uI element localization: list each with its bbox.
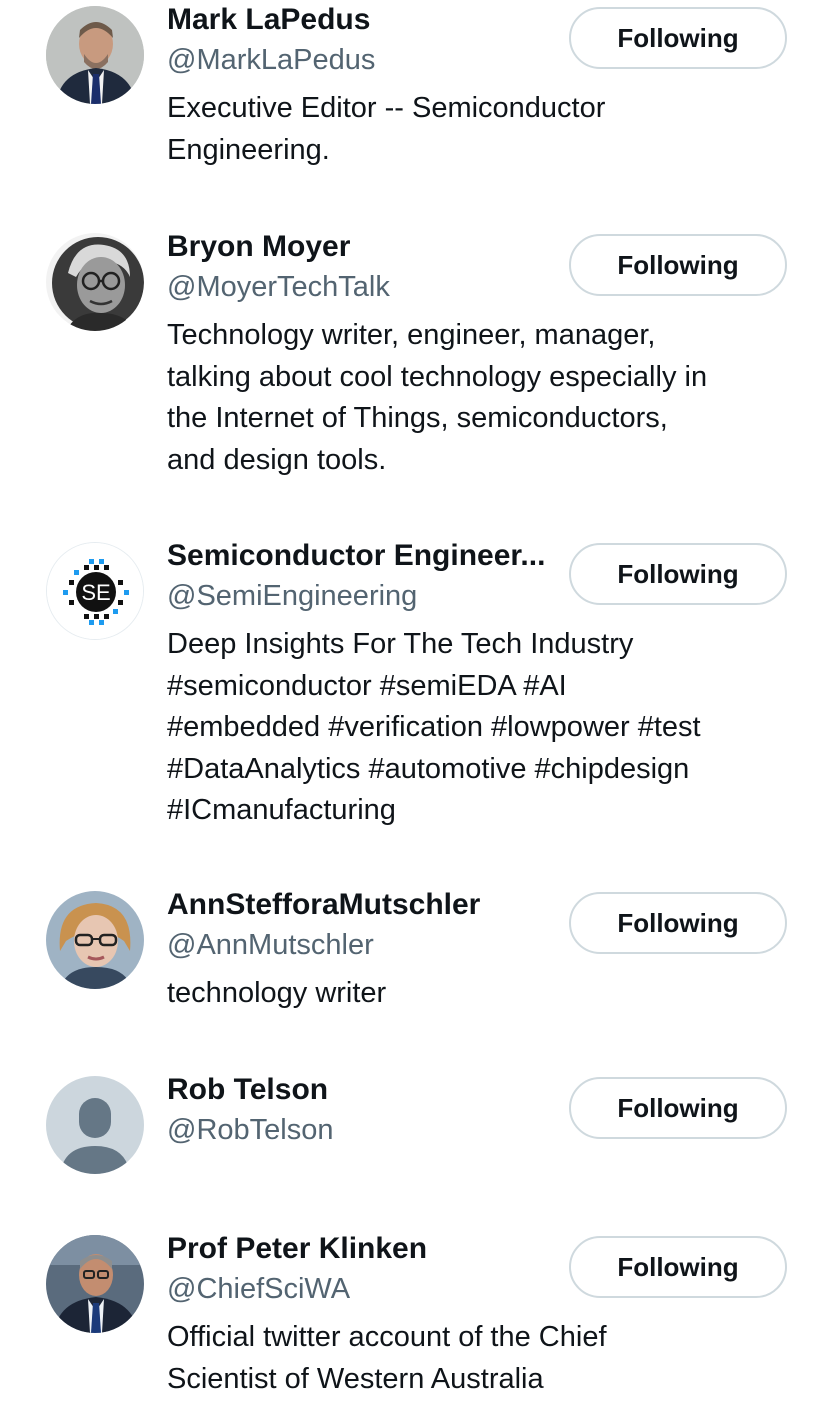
user-row[interactable]: SE Semiconductor Engineer... @SemiEngine… xyxy=(0,536,828,866)
user-bio: Technology writer, engineer, manager, ta… xyxy=(167,315,797,481)
bio-line: Technology writer, engineer, manager, xyxy=(167,319,656,351)
bio-line: #ICmanufacturing xyxy=(167,794,396,826)
se-logo-icon: SE xyxy=(47,543,143,639)
bio-line: technology writer xyxy=(167,977,387,1009)
avatar[interactable]: SE xyxy=(46,542,144,640)
photo-man-suit-icon xyxy=(46,6,144,104)
following-button[interactable]: Following xyxy=(569,234,787,296)
user-row[interactable]: Bryon Moyer @MoyerTechTalk Technology wr… xyxy=(0,227,828,517)
following-button[interactable]: Following xyxy=(569,1236,787,1298)
photo-man-suit-tie-icon xyxy=(46,1235,144,1333)
user-handle[interactable]: @MoyerTechTalk xyxy=(167,267,390,307)
avatar[interactable] xyxy=(46,233,144,331)
following-button[interactable]: Following xyxy=(569,892,787,954)
bio-line: Official twitter account of the Chief xyxy=(167,1321,607,1353)
bio-line: the Internet of Things, semiconductors, xyxy=(167,402,668,434)
display-name[interactable]: Mark LaPedus xyxy=(167,0,370,40)
display-name[interactable]: Rob Telson xyxy=(167,1070,328,1110)
following-button[interactable]: Following xyxy=(569,1077,787,1139)
bio-line: Engineering. xyxy=(167,133,330,166)
display-name[interactable]: Bryon Moyer xyxy=(167,227,350,267)
bio-line: #semiconductor #semiEDA #AI xyxy=(167,669,567,702)
following-button[interactable]: Following xyxy=(569,543,787,605)
user-bio: Executive Editor -- Semiconductor Engine… xyxy=(167,88,797,171)
photo-woman-glasses-icon xyxy=(46,891,144,989)
user-handle[interactable]: @SemiEngineering xyxy=(167,576,417,616)
display-name[interactable]: AnnStefforaMutschler xyxy=(167,885,480,925)
avatar[interactable] xyxy=(46,1235,144,1333)
bio-line: Deep Insights For The Tech Industry xyxy=(167,628,634,660)
user-handle[interactable]: @ChiefSciWA xyxy=(167,1269,350,1309)
photo-man-glasses-bw-icon xyxy=(46,233,144,331)
user-handle[interactable]: @AnnMutschler xyxy=(167,925,374,965)
avatar[interactable] xyxy=(46,1076,144,1174)
user-row[interactable]: Rob Telson @RobTelson Following xyxy=(0,1070,828,1200)
display-name[interactable]: Semiconductor Engineer... xyxy=(167,536,545,576)
bio-line: #DataAnalytics #automotive #chipdesign xyxy=(167,752,690,785)
avatar[interactable] xyxy=(46,891,144,989)
bio-line: #embedded #verification #lowpower #test xyxy=(167,711,701,743)
display-name[interactable]: Prof Peter Klinken xyxy=(167,1229,427,1269)
bio-line: talking about cool technology especially… xyxy=(167,360,708,393)
bio-line: Scientist of Western Australia xyxy=(167,1362,544,1395)
user-bio: Deep Insights For The Tech Industry #sem… xyxy=(167,624,797,832)
user-row[interactable]: Mark LaPedus @MarkLaPedus Executive Edit… xyxy=(0,0,828,200)
user-row[interactable]: Prof Peter Klinken @ChiefSciWA Official … xyxy=(0,1229,828,1425)
following-button[interactable]: Following xyxy=(569,7,787,69)
bio-line: and design tools. xyxy=(167,443,387,476)
se-logo-text: SE xyxy=(81,580,110,605)
default-person-icon xyxy=(46,1076,144,1174)
user-bio: Official twitter account of the Chief Sc… xyxy=(167,1317,797,1400)
user-handle[interactable]: @MarkLaPedus xyxy=(167,40,375,80)
avatar[interactable] xyxy=(46,6,144,104)
user-handle[interactable]: @RobTelson xyxy=(167,1110,333,1150)
user-bio: technology writer xyxy=(167,973,797,1015)
user-row[interactable]: AnnStefforaMutschler @AnnMutschler techn… xyxy=(0,885,828,1045)
bio-line: Executive Editor -- Semiconductor xyxy=(167,92,606,124)
